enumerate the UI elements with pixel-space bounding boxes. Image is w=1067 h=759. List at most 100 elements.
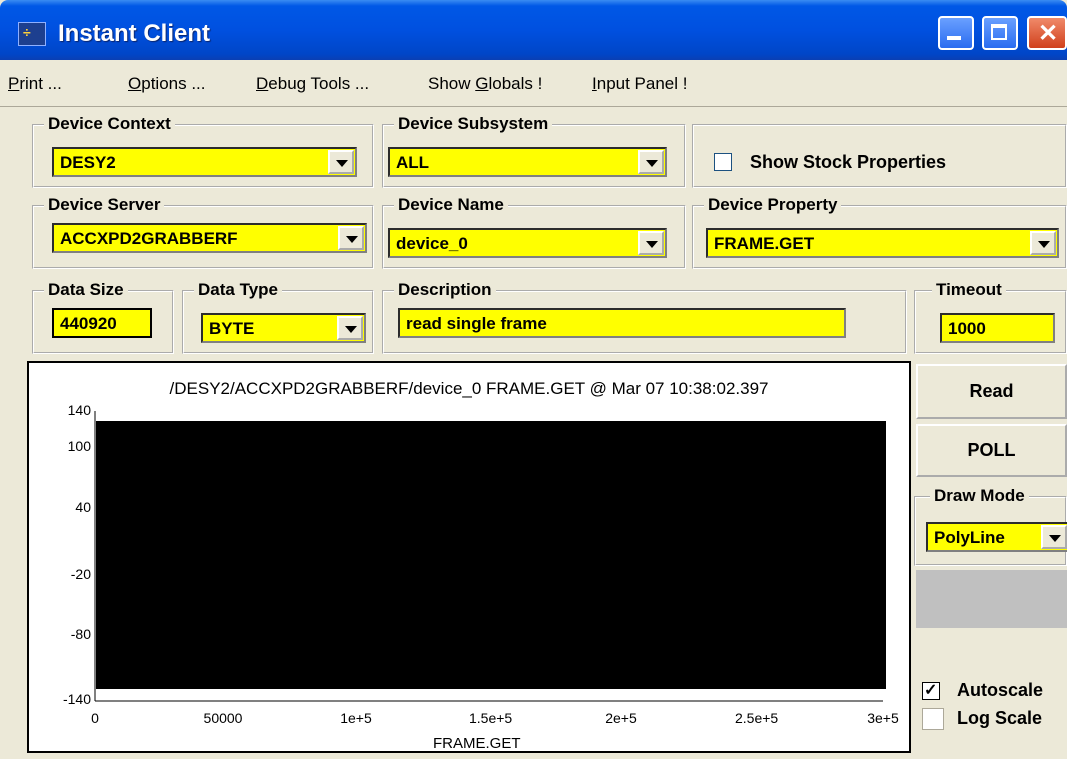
x-tick-label: 1e+5 [340,710,372,726]
close-button[interactable]: ✕ [1027,16,1067,50]
device-context-label: Device Context [44,114,175,134]
data-type-combo[interactable]: BYTE [201,313,366,343]
device-name-value: device_0 [396,234,468,253]
y-tick-label: -140 [62,691,91,707]
empty-panel [916,570,1067,628]
show-stock-properties-checkbox[interactable] [714,153,732,171]
menu-show-globals-label: lobals ! [488,74,543,93]
menu-options-accel: O [128,74,142,93]
poll-button[interactable]: POLL [916,424,1067,477]
instant-client-icon: ÷ [18,22,46,46]
device-subsystem-value: ALL [396,153,430,172]
menu-options-label: ptions ... [141,74,206,93]
data-size-field: 440920 [52,308,152,338]
device-subsystem-label: Device Subsystem [394,114,553,134]
checkmark-icon: ✓ [924,682,938,699]
maximize-button[interactable] [982,16,1018,50]
menu-debug-tools[interactable]: Debug Tools ... [256,74,369,94]
signal-trace [96,421,886,689]
device-property-group: Device Property FRAME.GET [692,195,1067,269]
data-size-group: Data Size 440920 [32,280,174,354]
menu-show-globals-pre: Show [428,74,476,93]
draw-mode-value: PolyLine [934,528,1005,547]
chevron-down-icon[interactable] [328,150,354,174]
log-scale-checkbox[interactable] [922,708,944,730]
data-type-value: BYTE [209,319,255,338]
y-tick-label: 100 [67,438,91,454]
x-tick-label: 3e+5 [867,710,899,726]
device-subsystem-group: Device Subsystem ALL [382,114,686,188]
read-button[interactable]: Read [916,364,1067,419]
menu-input-panel-label: nput Panel ! [596,74,688,93]
device-server-combo[interactable]: ACCXPD2GRABBERF [52,223,367,253]
menu-debug-tools-accel: D [256,74,269,93]
device-subsystem-combo[interactable]: ALL [388,147,667,177]
device-name-combo[interactable]: device_0 [388,228,667,258]
timeout-label: Timeout [932,280,1006,300]
y-tick-label: 140 [67,402,91,418]
x-tick-label: 0 [91,710,99,726]
chevron-down-icon[interactable] [1030,231,1056,255]
minimize-button[interactable] [938,16,974,50]
menu-print-accel: P [8,74,20,93]
device-context-group: Device Context DESY2 [32,114,374,188]
device-property-label: Device Property [704,195,842,215]
data-size-value: 440920 [60,314,117,333]
device-name-label: Device Name [394,195,508,215]
menu-options[interactable]: Options ... [128,74,206,94]
maximize-icon [991,24,1007,40]
menu-bar: Print ... Options ... Debug Tools ... Sh… [0,60,1067,107]
device-context-combo[interactable]: DESY2 [52,147,357,177]
timeout-field[interactable]: 1000 [940,313,1055,343]
device-server-label: Device Server [44,195,165,215]
device-name-group: Device Name device_0 [382,195,686,269]
y-tick-label: 40 [75,499,91,515]
y-tick-label: -20 [70,566,91,582]
close-icon: ✕ [1038,20,1059,47]
menu-print[interactable]: Print ... [8,74,62,94]
device-property-value: FRAME.GET [714,234,815,253]
description-group: Description read single frame [382,280,907,354]
title-bar[interactable]: ÷ Instant Client ✕ [0,0,1067,60]
description-label: Description [394,280,496,300]
log-scale-label: Log Scale [957,708,1043,728]
x-tick-label: 2.5e+5 [735,710,779,726]
timeout-value: 1000 [948,319,986,338]
menu-show-globals-accel: G [475,74,489,93]
instant-client-window: ÷ Instant Client ✕ Print ... Options ...… [0,0,1067,759]
data-type-group: Data Type BYTE [182,280,374,354]
menu-print-label: rint ... [19,74,62,93]
plot-canvas [94,411,886,702]
device-property-combo[interactable]: FRAME.GET [706,228,1059,258]
device-context-value: DESY2 [60,153,116,172]
description-value: read single frame [406,314,547,333]
draw-mode-label: Draw Mode [930,486,1029,506]
menu-input-panel[interactable]: Input Panel ! [592,74,687,94]
chevron-down-icon[interactable] [337,316,363,340]
menu-debug-tools-label: ebug Tools ... [268,74,370,93]
y-tick-label: -80 [70,626,91,642]
show-stock-properties-label: Show Stock Properties [750,152,947,172]
data-type-label: Data Type [194,280,282,300]
autoscale-label: Autoscale [957,680,1044,700]
menu-show-globals[interactable]: Show Globals ! [428,74,542,94]
description-field[interactable]: read single frame [398,308,846,338]
window-title: Instant Client [58,20,211,47]
x-tick-label: 50000 [203,710,243,726]
stock-properties-group: Show Stock Properties [692,124,1067,188]
chevron-down-icon[interactable] [638,231,664,255]
device-server-value: ACCXPD2GRABBERF [60,229,238,248]
x-tick-label: 2e+5 [605,710,637,726]
draw-mode-group: Draw Mode PolyLine [914,486,1067,566]
chevron-down-icon[interactable] [638,150,664,174]
device-server-group: Device Server ACCXPD2GRABBERF [32,195,374,269]
minimize-icon [947,36,961,40]
x-axis-title: FRAME.GET [433,735,521,752]
frame-plot[interactable]: /DESY2/ACCXPD2GRABBERF/device_0 FRAME.GE… [27,361,911,753]
x-tick-label: 1.5e+5 [469,710,513,726]
autoscale-checkbox[interactable]: ✓ [922,682,940,700]
chevron-down-icon[interactable] [1041,525,1067,549]
chevron-down-icon[interactable] [338,226,364,250]
draw-mode-combo[interactable]: PolyLine [926,522,1067,552]
data-size-label: Data Size [44,280,128,300]
